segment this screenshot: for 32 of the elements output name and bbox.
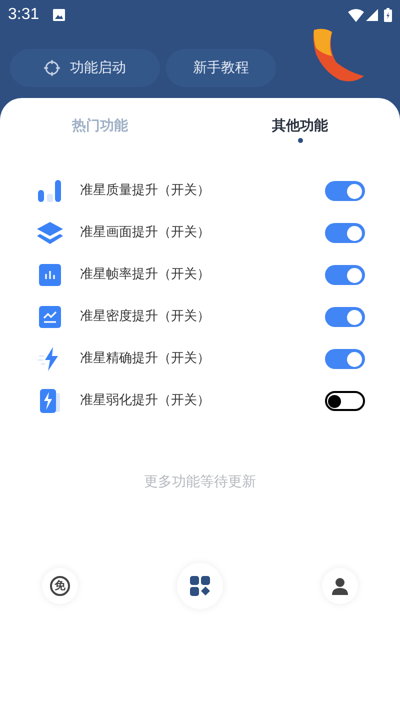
toggle-switch[interactable] <box>325 307 365 327</box>
feature-label: 准星质量提升（开关） <box>80 182 211 200</box>
battery-bolt-icon <box>38 389 62 413</box>
chart-icon <box>39 264 61 286</box>
nav-button[interactable] <box>177 563 223 609</box>
feature-label: 准星弱化提升（开关） <box>80 392 211 410</box>
nav-button[interactable]: 免 <box>42 568 78 604</box>
feature-label: 准星密度提升（开关） <box>80 308 211 326</box>
tab[interactable]: 其他功能 <box>272 116 328 170</box>
battery-icon <box>384 8 392 22</box>
header-button[interactable]: 功能启动 <box>10 49 160 87</box>
feature-label: 准星画面提升（开关） <box>80 224 211 242</box>
toggle-switch[interactable] <box>325 265 365 285</box>
toggle-switch[interactable] <box>325 223 365 243</box>
user-icon <box>332 578 348 594</box>
image-icon <box>53 9 66 21</box>
apps-icon <box>190 576 210 596</box>
more-features-note: 更多功能等待更新 <box>144 473 256 492</box>
line-chart-icon <box>39 306 61 328</box>
bar-chart-icon <box>38 180 62 202</box>
wifi-icon <box>348 8 364 22</box>
feature-label: 准星帧率提升（开关） <box>80 266 211 284</box>
signal-icon <box>366 9 378 21</box>
toggle-switch[interactable] <box>325 181 365 201</box>
header-button[interactable]: 新手教程 <box>166 49 276 87</box>
nav-button[interactable] <box>322 568 358 604</box>
crosshair-icon <box>44 60 60 76</box>
status-time: 3:31 <box>8 5 40 25</box>
layers-icon <box>37 222 63 244</box>
toggle-switch[interactable] <box>325 391 365 411</box>
feature-label: 准星精确提升（开关） <box>80 350 211 368</box>
toggle-switch[interactable] <box>325 349 365 369</box>
